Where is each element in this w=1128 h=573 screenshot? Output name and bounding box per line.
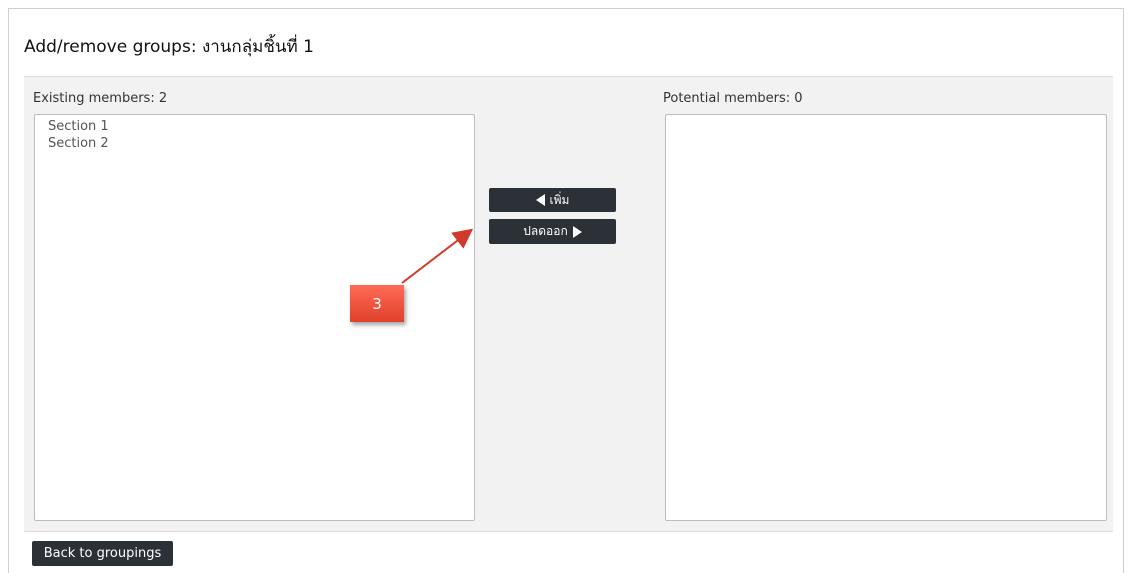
remove-button-label: ปลดออก (523, 224, 568, 238)
back-to-groupings-button[interactable]: Back to groupings (32, 541, 173, 566)
annotation-step-badge: 3 (350, 285, 404, 322)
arrow-left-icon (535, 194, 545, 206)
potential-members-label: Potential members: 0 (663, 91, 803, 106)
page-title: Add/remove groups: งานกลุ่มชิ้นที่ 1 (24, 37, 314, 57)
list-item[interactable]: Section 2 (35, 135, 474, 152)
potential-members-list[interactable] (665, 114, 1107, 521)
existing-members-label: Existing members: 2 (33, 91, 168, 106)
add-button-label: เพิ่ม (549, 192, 570, 207)
existing-members-list[interactable]: Section 1 Section 2 (34, 114, 475, 521)
list-item[interactable]: Section 1 (35, 118, 474, 135)
arrow-right-icon (572, 225, 582, 238)
remove-button[interactable]: ปลดออก (489, 219, 616, 244)
add-button[interactable]: เพิ่ม (489, 188, 616, 212)
